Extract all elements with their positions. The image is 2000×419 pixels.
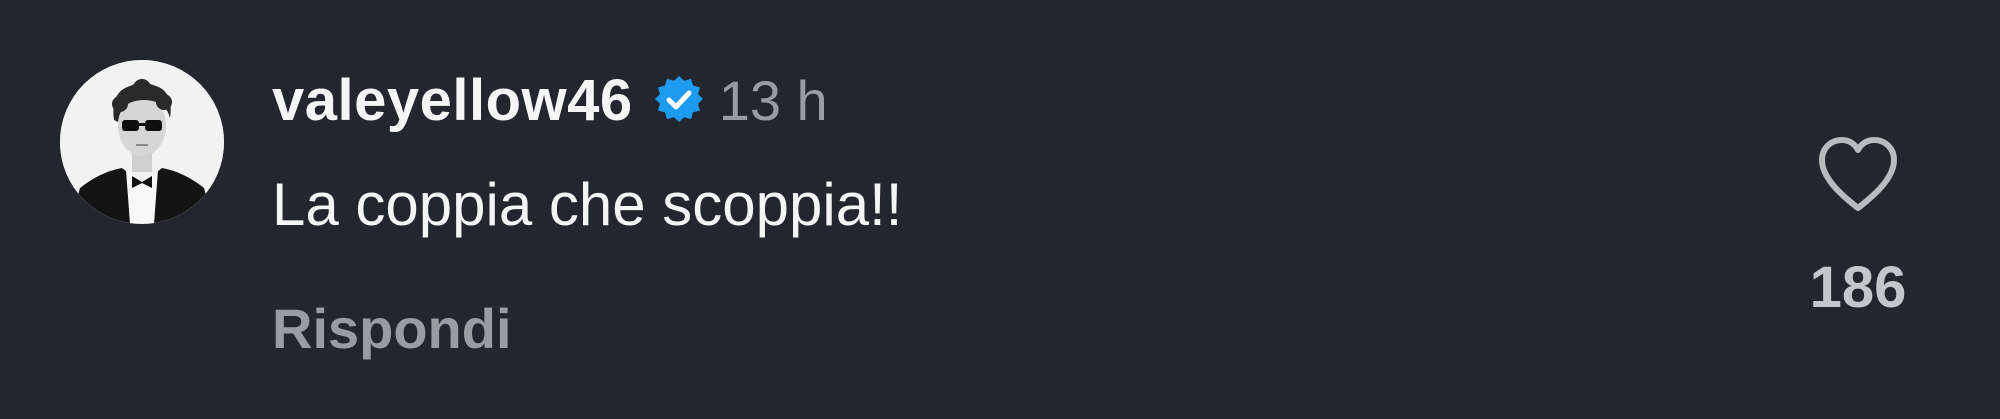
avatar-photo bbox=[60, 60, 224, 224]
like-count: 186 bbox=[1809, 255, 1907, 320]
username[interactable]: valeyellow46 bbox=[272, 67, 633, 134]
comment-item: valeyellow46 13 h La coppia che scoppia!… bbox=[0, 0, 2000, 419]
avatar[interactable] bbox=[60, 60, 224, 224]
verified-badge-icon bbox=[654, 75, 703, 124]
like-button[interactable] bbox=[1816, 136, 1900, 214]
comment-text: La coppia che scoppia!! bbox=[272, 171, 903, 238]
reply-button[interactable]: Rispondi bbox=[272, 296, 512, 361]
comment-header: valeyellow46 13 h bbox=[272, 60, 828, 140]
heart-outline-icon bbox=[1819, 137, 1897, 211]
timestamp: 13 h bbox=[718, 68, 828, 132]
